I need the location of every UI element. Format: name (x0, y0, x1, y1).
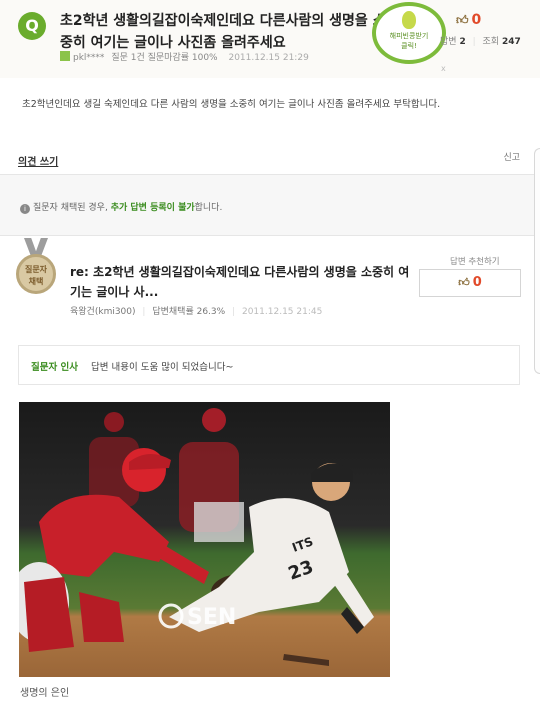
question-stats: 답변 2 | 조회 247 (440, 37, 521, 47)
asker-thanks-box: 질문자 인사 답변 내용이 도움 많이 되었습니다~ (18, 345, 520, 385)
write-opinion-link[interactable]: 의견 쓰기 (18, 157, 58, 168)
report-link[interactable]: 신고 (503, 150, 520, 163)
notice-prefix: 질문자 채택된 경우, (33, 203, 108, 213)
photo-caption: 생명의 은인 (20, 688, 70, 699)
answer-date: 2011.12.15 21:45 (241, 307, 323, 317)
recommend-button[interactable]: 👍︎ 0 (419, 269, 521, 297)
info-icon: i (20, 204, 30, 214)
recommend-count: 0 (472, 275, 482, 290)
user-level-icon (60, 51, 70, 61)
question-like-button[interactable]: 👍︎ 0 (456, 12, 481, 28)
answer-stats: 답변채택률 26.3% (152, 307, 226, 317)
medal-line2: 채택 (28, 277, 44, 286)
question-author[interactable]: pkl**** (73, 53, 104, 63)
question-meta: pkl**** 질문 1건 질문마감률 100% 2011.12.15 21:2… (60, 50, 309, 63)
side-scroll-panel[interactable] (534, 148, 540, 374)
stamp-close-icon[interactable]: x (441, 64, 446, 73)
notice-box: i 질문자 채택된 경우, 추가 답변 등록이 불가합니다. (0, 174, 540, 236)
pear-icon (402, 11, 416, 29)
answer-title: re: 초2학년 생활의길잡이숙제인데요 다른사람의 생명을 소중히 여기는 글… (70, 265, 410, 299)
happybean-stamp[interactable]: 해피빈콩받기 클릭! (372, 2, 446, 64)
medal-line1: 질문자 (24, 265, 48, 274)
stamp-line1: 해피빈콩받기 (389, 32, 429, 40)
notice-emphasis: 추가 답변 등록이 불가 (110, 203, 195, 213)
thumbs-up-icon: 👍︎ (458, 276, 470, 289)
answer-photo: ITS 23 SEN (19, 402, 390, 677)
thumbs-up-icon: 👍︎ (456, 13, 469, 27)
notice-text: i 질문자 채택된 경우, 추가 답변 등록이 불가합니다. (20, 200, 222, 214)
view-stat-count: 247 (501, 37, 521, 47)
view-stat-label: 조회 (482, 37, 500, 47)
answer-author[interactable]: 육왕건(kmi300) (70, 307, 136, 317)
asker-thanks-label: 질문자 인사 (31, 362, 79, 373)
answer-stat-label: 답변 (440, 37, 457, 47)
asker-thanks-text: 답변 내용이 도움 많이 되었습니다~ (91, 362, 234, 373)
baseball-play-photo: ITS 23 SEN (19, 402, 390, 677)
recommend-label: 답변 추천하기 (450, 257, 500, 267)
question-date: 2011.12.15 21:29 (228, 53, 309, 63)
answer-stat-count: 2 (459, 37, 466, 47)
question-badge-icon: Q (18, 12, 46, 40)
photo-watermark-text: SEN (187, 605, 236, 630)
notice-suffix: 합니다. (194, 203, 223, 213)
question-body: 초2학년인데요 생길 숙제인데요 다른 사람의 생명을 소중히 여기는 글이나 … (22, 99, 441, 110)
question-like-count: 0 (471, 12, 482, 28)
answer-meta: 육왕건(kmi300) | 답변채택률 26.3% | 2011.12.15 2… (70, 307, 323, 317)
opinion-row: 의견 쓰기 신고 (18, 150, 520, 168)
question-title: 초2학년 생활의길잡이숙제인데요 다른사람의 생명을 소중히 여기는 글이나 사… (60, 13, 386, 51)
selected-answer-medal-icon: 질문자 채택 (14, 238, 58, 300)
stamp-line2: 클릭! (401, 42, 417, 50)
question-author-stats: 질문 1건 질문마감률 100% (111, 53, 218, 63)
